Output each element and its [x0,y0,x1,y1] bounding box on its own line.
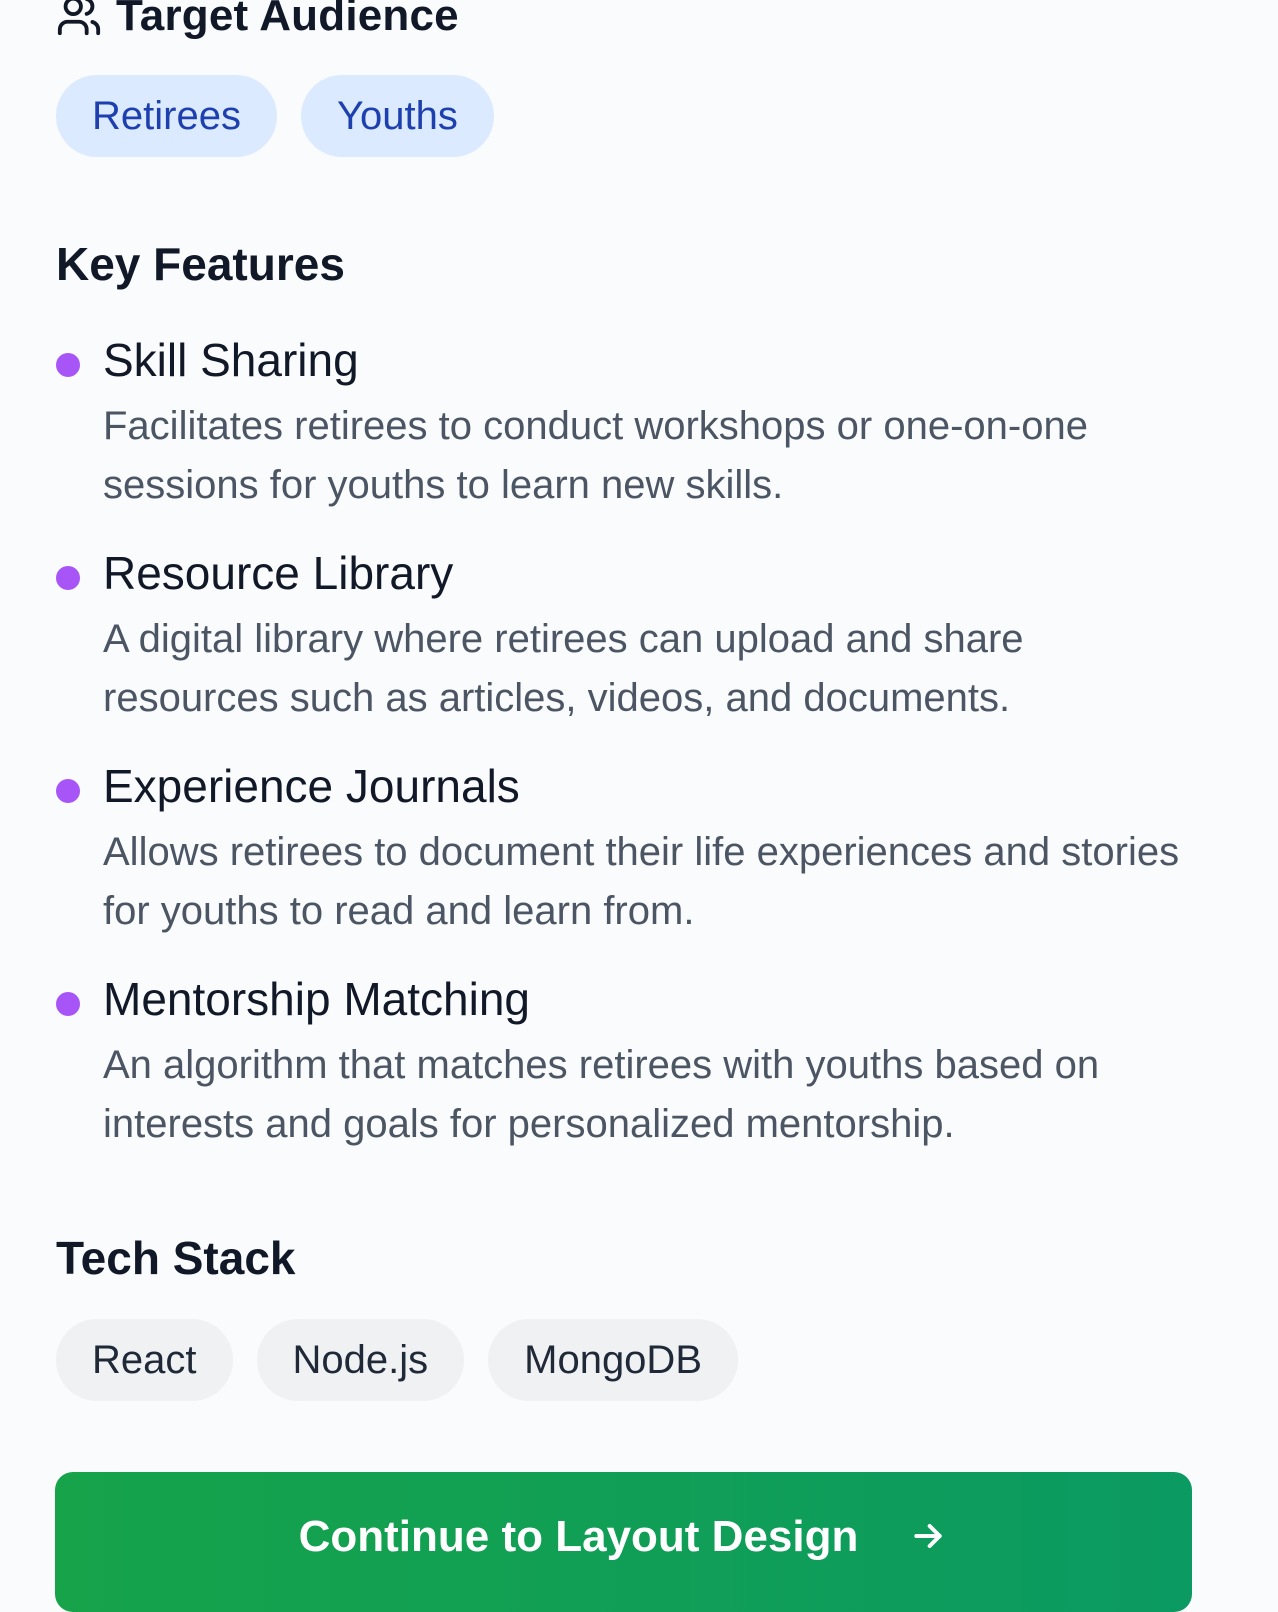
arrow-right-icon [908,1516,948,1556]
target-audience-title: Target Audience [116,0,459,40]
feature-description: An algorithm that matches retirees with … [103,1043,1100,1146]
feature-description: Allows retirees to document their life e… [103,830,1180,933]
users-icon [56,0,102,39]
audience-tag-youths: Youths [300,75,494,157]
tech-tag-nodejs: Node.js [256,1319,465,1401]
audience-tag-retirees: Retirees [56,75,277,157]
key-features-title: Key Features [56,238,345,290]
feature-title: Experience Journals [103,760,520,812]
bullet-dot-icon [56,992,80,1016]
continue-to-layout-design-button[interactable]: Continue to Layout Design [55,1472,1192,1612]
bullet-dot-icon [56,779,80,803]
tech-tag-react: React [56,1319,233,1401]
feature-description: A digital library where retirees can upl… [103,617,1024,720]
tech-stack-title: Tech Stack [56,1232,296,1284]
bullet-dot-icon [56,353,80,377]
target-audience-tags: Retirees Youths [56,75,494,157]
project-details-panel: Target Audience Retirees Youths Key Feat… [0,0,1278,1612]
tech-tag-mongodb: MongoDB [488,1319,738,1401]
feature-title: Resource Library [103,547,454,599]
feature-title: Mentorship Matching [103,973,530,1025]
continue-button-label: Continue to Layout Design [298,1512,859,1561]
feature-title: Skill Sharing [103,334,359,386]
feature-description: Facilitates retirees to conduct workshop… [103,404,1088,507]
tech-stack-tags: React Node.js MongoDB [56,1319,738,1401]
target-audience-header: Target Audience [56,0,459,46]
bullet-dot-icon [56,566,80,590]
